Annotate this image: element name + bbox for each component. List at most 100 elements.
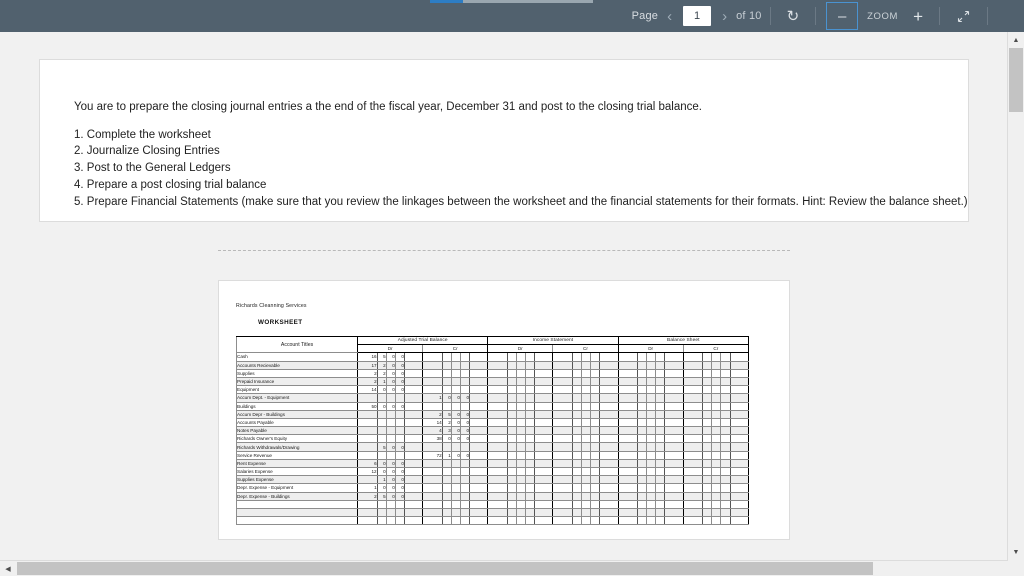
worksheet-cell xyxy=(552,483,573,493)
worksheet-cell xyxy=(617,360,639,370)
worksheet-cell xyxy=(487,401,508,411)
worksheet-cell xyxy=(711,409,722,419)
worksheet-cell xyxy=(487,483,508,493)
caret-up-icon[interactable]: ▲ xyxy=(1008,32,1024,48)
worksheet-cell xyxy=(729,442,750,452)
worksheet-cell xyxy=(599,352,619,362)
worksheet-cell xyxy=(571,466,582,477)
worksheet-cell xyxy=(450,466,461,477)
worksheet-cell xyxy=(515,417,527,428)
worksheet-cell: 14 xyxy=(422,417,443,428)
worksheet-cell xyxy=(422,376,443,387)
worksheet-cell: 0 xyxy=(385,360,396,370)
zoom-in-button[interactable]: + xyxy=(905,8,931,25)
worksheet-cell xyxy=(534,360,554,370)
document-scroll-area[interactable]: You are to prepare the closing journal e… xyxy=(0,32,1008,560)
total-pages-label: of 10 xyxy=(736,10,762,22)
worksheet-cell xyxy=(571,475,582,485)
worksheet-cell: 4 xyxy=(422,426,443,436)
caret-down-icon[interactable]: ▼ xyxy=(1008,544,1024,560)
worksheet-cell xyxy=(385,426,396,436)
vertical-scrollbar[interactable]: ▲ ▼ xyxy=(1007,32,1024,560)
worksheet-cell xyxy=(590,450,601,460)
instruction-item-1: 1. Complete the worksheet xyxy=(74,128,211,141)
worksheet-cell xyxy=(580,401,592,411)
worksheet-cell xyxy=(590,458,601,469)
worksheet-cell xyxy=(711,483,722,493)
horizontal-scrollbar[interactable]: ◀ ▶ xyxy=(0,560,1024,576)
worksheet-cell: 0 xyxy=(385,376,396,387)
worksheet-cell xyxy=(646,401,657,411)
worksheet-cell xyxy=(664,434,684,444)
table-row: Service Revenue 72 1 0 0 xyxy=(235,450,750,460)
worksheet-cell xyxy=(720,442,731,452)
zoom-label: ZOOM xyxy=(867,10,899,22)
worksheet-cell xyxy=(655,516,666,526)
worksheet-cell: 0 xyxy=(441,393,452,403)
worksheet-cell xyxy=(729,507,750,518)
worksheet-cell xyxy=(403,516,424,526)
table-row: Notes Payable 4 3 0 0 xyxy=(235,426,750,436)
next-page-button[interactable]: › xyxy=(713,9,736,24)
worksheet-cell xyxy=(711,450,722,460)
worksheet-cell xyxy=(617,409,639,419)
worksheet-cell xyxy=(599,368,619,378)
worksheet-cell xyxy=(664,426,684,436)
fit-to-width-icon[interactable] xyxy=(948,10,979,23)
worksheet-cell xyxy=(646,368,657,378)
worksheet-cell xyxy=(729,426,750,436)
worksheet-cell xyxy=(617,458,639,469)
table-row: Equipment 14 0 0 0 xyxy=(235,385,750,395)
worksheet-cell xyxy=(552,385,573,395)
worksheet-cell xyxy=(711,507,722,518)
worksheet-cell xyxy=(711,426,722,436)
worksheet-cell xyxy=(637,352,648,362)
worksheet-cell xyxy=(637,442,648,452)
page-number-input[interactable] xyxy=(683,6,712,26)
worksheet-cell xyxy=(459,507,471,518)
worksheet-cell xyxy=(664,450,684,460)
table-row: Depr. Expense - Equipment 1 0 0 0 xyxy=(235,483,750,493)
worksheet-account-title: Rent Expense xyxy=(235,458,359,469)
worksheet-cell xyxy=(617,507,639,518)
worksheet-cell: 6 xyxy=(357,458,378,469)
worksheet-cell xyxy=(702,426,713,436)
vertical-scrollbar-thumb[interactable] xyxy=(1009,48,1023,112)
worksheet-account-title: Accounts Payable xyxy=(235,417,359,428)
worksheet-cell xyxy=(682,360,704,370)
worksheet-cell xyxy=(441,458,452,469)
previous-page-button[interactable]: ‹ xyxy=(658,9,681,24)
caret-left-icon[interactable]: ◀ xyxy=(0,561,16,576)
column-header-bs-cr: Cr xyxy=(682,344,750,354)
worksheet-cell: 0 xyxy=(385,466,396,477)
horizontal-scrollbar-thumb[interactable] xyxy=(17,562,873,575)
worksheet-cell: 0 xyxy=(450,409,461,419)
worksheet-cell xyxy=(637,393,648,403)
worksheet-cell xyxy=(720,434,731,444)
worksheet-cell xyxy=(394,507,405,518)
worksheet-cell: 0 xyxy=(450,426,461,436)
worksheet-cell xyxy=(571,385,582,395)
worksheet-cell xyxy=(720,499,731,509)
worksheet-cell: 5 xyxy=(441,409,452,419)
zoom-out-button[interactable]: – xyxy=(826,2,859,30)
worksheet-cell xyxy=(506,466,517,477)
worksheet-cell xyxy=(682,458,704,469)
worksheet-cell xyxy=(506,450,517,460)
worksheet-cell: 0 xyxy=(459,434,471,444)
worksheet-cell xyxy=(515,385,527,395)
worksheet-cell xyxy=(637,466,648,477)
worksheet-cell xyxy=(637,417,648,428)
worksheet-cell xyxy=(357,475,378,485)
worksheet-cell: 0 xyxy=(385,442,396,452)
worksheet-cell xyxy=(617,466,639,477)
table-row xyxy=(235,499,750,509)
worksheet-cell xyxy=(599,401,619,411)
toolbar-divider-2 xyxy=(815,7,817,25)
worksheet-title: WORKSHEET xyxy=(258,319,303,326)
worksheet-cell xyxy=(599,434,619,444)
worksheet-account-title: Richards Withdrawals/Drawing xyxy=(235,442,359,452)
worksheet-cell xyxy=(682,376,704,387)
worksheet-cell xyxy=(637,368,648,378)
rotate-icon[interactable]: ↻ xyxy=(779,9,808,24)
